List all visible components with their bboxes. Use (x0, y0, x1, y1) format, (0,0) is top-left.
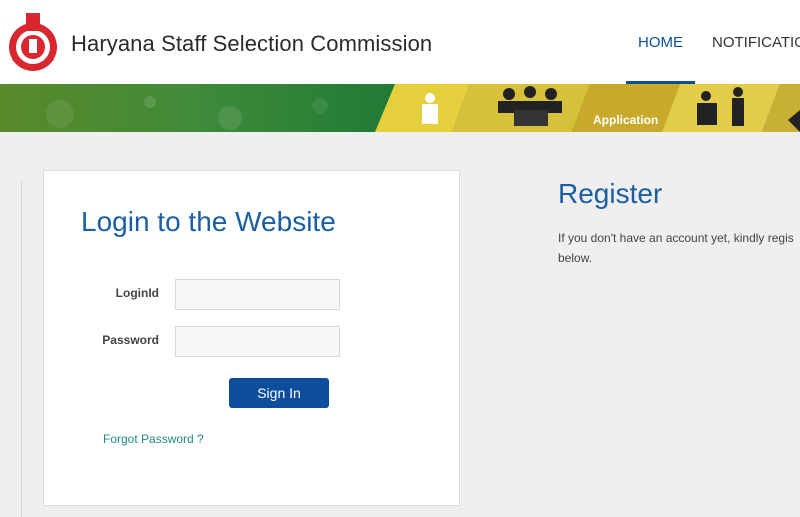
register-title: Register (558, 178, 663, 209)
nav-home[interactable]: HOME (626, 0, 695, 84)
register-text-line-2: below. (558, 251, 593, 265)
loginid-label: LoginId (115, 286, 159, 300)
divider (21, 181, 22, 517)
nav-home-label: HOME (638, 34, 683, 51)
hero-banner (0, 84, 800, 132)
register-text-line-1: If you don't have an account yet, kindly… (558, 231, 794, 245)
site-header: Haryana Staff Selection Commission HOME … (0, 0, 800, 84)
nav-notification[interactable]: NOTIFICATIO (712, 34, 800, 51)
sign-in-button[interactable]: Sign In (229, 378, 329, 408)
emblem-icon[interactable] (7, 9, 59, 75)
register-text: If you don't have an account yet, kindly… (558, 228, 800, 268)
banner-graphic (0, 84, 800, 132)
password-label: Password (102, 333, 159, 347)
login-title: Login to the Website (81, 206, 336, 237)
forgot-password-link[interactable]: Forgot Password ? (103, 432, 204, 446)
site-title[interactable]: Haryana Staff Selection Commission (71, 31, 432, 57)
banner-application-label: Application (593, 113, 659, 127)
loginid-input[interactable] (175, 279, 340, 310)
password-input[interactable] (175, 326, 340, 357)
